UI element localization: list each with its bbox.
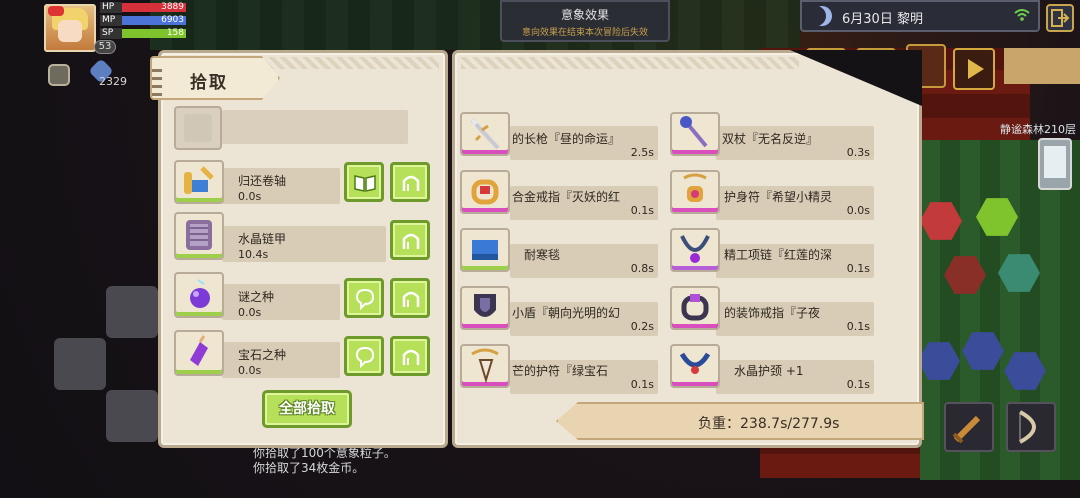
coin-icon[interactable] — [48, 64, 70, 86]
binder-rings — [152, 64, 162, 96]
grab-button[interactable] — [390, 336, 430, 376]
bow-icon[interactable] — [1006, 402, 1056, 452]
hand-grab-icon — [402, 233, 420, 249]
shield-icon[interactable] — [460, 286, 510, 330]
area-name: 静谧森林210层 — [1000, 123, 1076, 136]
read-button[interactable] — [344, 162, 384, 202]
scroll-icon[interactable] — [174, 160, 224, 204]
hand-grab-icon — [402, 291, 420, 307]
exit-button[interactable] — [1046, 4, 1074, 32]
mp-bar: MP 6903 — [100, 15, 186, 26]
spear-icon[interactable] — [460, 112, 510, 156]
log-line: 你拾取了34枚金币。 — [253, 461, 365, 475]
sword-icon[interactable] — [944, 402, 994, 452]
date-text: 6月30日 黎明 — [842, 12, 923, 27]
ring-icon[interactable] — [460, 170, 510, 214]
pickup-header: 拾取 — [150, 56, 280, 100]
decor-ring-icon[interactable] — [670, 286, 720, 330]
item-name: 水晶护颈 +1 — [734, 364, 804, 378]
item-name: 水晶链甲 — [238, 232, 287, 246]
item-name: 双杖『无名反逆』 — [722, 132, 819, 146]
necklace-icon[interactable] — [670, 228, 720, 272]
sp-bar: SP 158 — [100, 28, 186, 39]
charm-icon[interactable] — [670, 170, 720, 214]
weight-summary: 负重：238.7s/277.9s — [698, 416, 840, 432]
item-name: 护身符『希望小精灵 — [724, 190, 833, 204]
speech-plant-icon — [355, 346, 375, 369]
buff-subtitle: 意向效果在结束本次冒险后失效 — [521, 28, 648, 38]
dpad-up[interactable] — [106, 286, 158, 338]
gorget-icon[interactable] — [670, 344, 720, 388]
item-name: 的装饰戒指『子夜 — [724, 306, 821, 320]
item-weight: 0.1s — [846, 320, 870, 333]
item-name: 耐寒毯 — [524, 248, 561, 262]
moon-icon — [812, 6, 832, 26]
currency-count: 2329 — [99, 75, 127, 88]
item-name: 小盾『朝向光明的幻 — [512, 306, 621, 320]
date-display: 6月30日 黎明 — [800, 0, 1040, 32]
item-weight: 0.1s — [846, 262, 870, 275]
weight-banner: 负重：238.7s/277.9s — [556, 402, 924, 440]
grass-tiles — [150, 0, 800, 50]
item-name: 芒的护符『绿宝石 — [512, 364, 609, 378]
hand-grab-icon — [402, 175, 420, 191]
item-weight: 0.1s — [846, 378, 870, 391]
item-name: 合金戒指『灭妖的红 — [512, 190, 621, 204]
hand-grab-icon — [402, 349, 420, 365]
plant-button[interactable] — [344, 336, 384, 376]
item-name: 宝石之种 — [238, 348, 287, 362]
pick-all-button[interactable]: 全部拾取 — [262, 390, 352, 428]
item-name: 的长枪『昼的命运』 — [512, 132, 621, 146]
empty-slot — [174, 106, 222, 150]
castle-wall — [1004, 48, 1080, 84]
empty-slot-bar — [222, 110, 408, 144]
item-weight: 0.0s — [238, 364, 262, 377]
gem-seed-icon[interactable] — [174, 330, 224, 376]
player-portrait[interactable] — [44, 4, 96, 52]
chainmail-icon[interactable] — [174, 212, 224, 260]
item-name: 归还卷轴 — [238, 174, 287, 188]
staff-icon[interactable] — [670, 112, 720, 156]
item-weight: 10.4s — [238, 248, 269, 261]
item-weight: 0.0s — [846, 204, 870, 217]
seed-icon[interactable] — [174, 272, 224, 318]
buff-banner[interactable]: 意象效果 意向效果在结束本次冒险后失效 — [500, 0, 670, 42]
wifi-icon — [1014, 9, 1030, 21]
item-name: 谜之种 — [238, 290, 275, 304]
phone-icon[interactable] — [1038, 138, 1072, 190]
item-weight: 0.1s — [630, 204, 654, 217]
hp-bar: HP 3889 — [100, 2, 186, 13]
book-icon — [354, 175, 376, 192]
dpad-down[interactable] — [106, 390, 158, 442]
speech-plant-icon — [355, 288, 375, 311]
item-weight: 2.5s — [630, 146, 654, 159]
blanket-icon[interactable] — [460, 228, 510, 272]
buff-title: 意象效果 — [560, 8, 609, 22]
item-weight: 0.0s — [238, 190, 262, 203]
grab-button[interactable] — [390, 278, 430, 318]
item-weight: 0.1s — [630, 378, 654, 391]
grab-button[interactable] — [390, 220, 430, 260]
player-level: 53 — [94, 40, 116, 54]
item-weight: 0.3s — [846, 146, 870, 159]
pickup-title: 拾取 — [190, 73, 228, 93]
item-name: 精工项链『红莲的深 — [724, 248, 833, 262]
plant-button[interactable] — [344, 278, 384, 318]
amulet-icon[interactable] — [460, 344, 510, 388]
item-weight: 0.8s — [630, 262, 654, 275]
grab-button[interactable] — [390, 162, 430, 202]
item-weight: 0.2s — [630, 320, 654, 333]
item-weight: 0.0s — [238, 306, 262, 319]
play-button[interactable] — [953, 48, 995, 90]
exit-icon — [1051, 9, 1070, 27]
dpad-left[interactable] — [54, 338, 106, 390]
